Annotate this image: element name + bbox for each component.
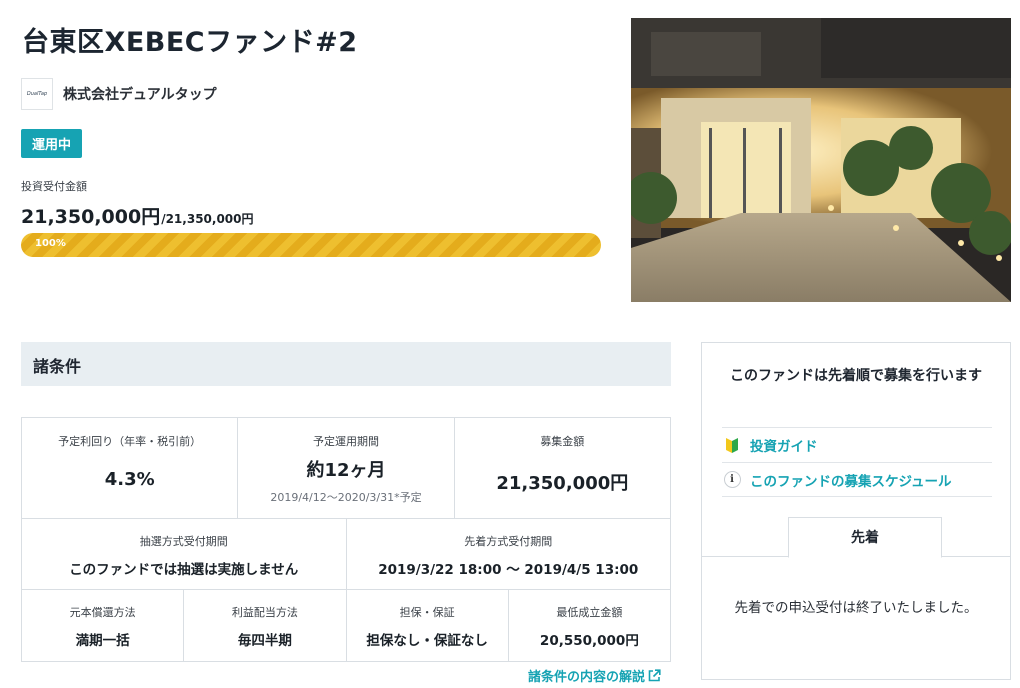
collateral-label: 担保・保証 <box>399 606 455 619</box>
info-icon: i <box>723 471 741 488</box>
raise-label: 募集金額 <box>540 435 585 448</box>
period-dates: 2019/4/12〜2020/3/31*予定 <box>270 491 422 504</box>
progress-bar: 100% <box>21 233 601 257</box>
period-label: 予定運用期間 <box>312 435 379 448</box>
conditions-row: 抽選方式受付期間 このファンドでは抽選は実施しません 先着方式受付期間 2019… <box>22 519 670 590</box>
yield-cell: 予定利回り（年率・税引前） 4.3% <box>22 418 239 518</box>
yield-value: 4.3% <box>104 469 155 490</box>
min-amount-label: 最低成立金額 <box>556 606 623 619</box>
schedule-link[interactable]: i このファンドの募集スケジュール <box>722 462 992 497</box>
lottery-value: このファンドでは抽選は実施しません <box>69 562 299 578</box>
company-logo-text: DualTap <box>26 91 48 97</box>
period-value: 約12ヶ月 <box>306 460 386 481</box>
lottery-label: 抽選方式受付期間 <box>139 535 228 548</box>
collateral-value: 担保なし・保証なし <box>366 633 488 649</box>
min-amount-cell: 最低成立金額 20,550,000円 <box>509 590 670 661</box>
conditions-explanation-link[interactable]: 諸条件の内容の解説 <box>528 666 661 685</box>
min-amount-value: 20,550,000円 <box>539 633 639 649</box>
status-badge: 運用中 <box>21 129 83 158</box>
repay-label: 元本償還方法 <box>69 606 136 619</box>
company-name: 株式会社デュアルタップ <box>63 87 217 103</box>
property-photo <box>631 18 1011 302</box>
conditions-explanation-link-text: 諸条件の内容の解説 <box>528 670 646 685</box>
schedule-link-text: このファンドの募集スケジュール <box>750 473 952 490</box>
conditions-heading: 諸条件 <box>21 342 671 386</box>
investment-guide-link[interactable]: 投資ガイド <box>722 427 992 462</box>
building-photo-image <box>631 18 1011 302</box>
application-closed-message: 先着での申込受付は終了いたしました。 <box>734 600 978 616</box>
tab-bar: 先着 <box>702 517 1010 558</box>
fcfs-label: 先着方式受付期間 <box>464 535 553 548</box>
lottery-cell: 抽選方式受付期間 このファンドでは抽選は実施しません <box>22 519 347 589</box>
company-info: DualTap 株式会社デュアルタップ <box>21 78 217 110</box>
progress-label: 100% <box>35 238 66 249</box>
conditions-row: 元本償還方法 満期一括 利益配当方法 毎四半期 担保・保証 担保なし・保証なし … <box>22 590 670 661</box>
period-cell: 予定運用期間 約12ヶ月 2019/4/12〜2020/3/31*予定 <box>238 418 455 518</box>
amount-raised: 21,350,000円 <box>21 206 161 228</box>
collateral-cell: 担保・保証 担保なし・保証なし <box>347 590 509 661</box>
company-logo: DualTap <box>21 78 53 110</box>
repay-value: 満期一括 <box>75 633 130 649</box>
amount-total: /21,350,000円 <box>161 212 254 226</box>
beginner-mark-icon <box>722 436 742 454</box>
dividend-value: 毎四半期 <box>237 633 292 649</box>
yield-label: 予定利回り（年率・税引前） <box>58 435 202 448</box>
external-link-icon <box>648 669 661 682</box>
conditions-table: 予定利回り（年率・税引前） 4.3% 予定運用期間 約12ヶ月 2019/4/1… <box>21 417 671 662</box>
fcfs-value: 2019/3/22 18:00 〜 2019/4/5 13:00 <box>378 562 639 578</box>
application-panel: このファンドは先着順で募集を行います 投資ガイド i このファンドの募集スケジュ… <box>701 342 1011 680</box>
tab-fcfs[interactable]: 先着 <box>788 517 942 558</box>
fcfs-cell: 先着方式受付期間 2019/3/22 18:00 〜 2019/4/5 13:0… <box>347 519 671 589</box>
dividend-label: 利益配当方法 <box>231 606 298 619</box>
repay-cell: 元本償還方法 満期一括 <box>22 590 185 661</box>
fcfs-notice: このファンドは先着順で募集を行います <box>730 368 982 384</box>
side-links: 投資ガイド i このファンドの募集スケジュール <box>722 427 992 497</box>
amount-label: 投資受付金額 <box>21 180 87 193</box>
raise-cell: 募集金額 21,350,000円 <box>455 418 670 518</box>
investment-guide-link-text: 投資ガイド <box>750 439 818 455</box>
conditions-row: 予定利回り（年率・税引前） 4.3% 予定運用期間 約12ヶ月 2019/4/1… <box>22 418 670 519</box>
raise-value: 21,350,000円 <box>496 473 629 494</box>
conditions-heading-text: 諸条件 <box>33 357 82 376</box>
fund-title: 台東区XEBECファンド#2 <box>22 27 358 58</box>
amount: 21,350,000円 /21,350,000円 <box>21 202 254 229</box>
progress-fill <box>21 233 601 257</box>
dividend-cell: 利益配当方法 毎四半期 <box>184 590 347 661</box>
